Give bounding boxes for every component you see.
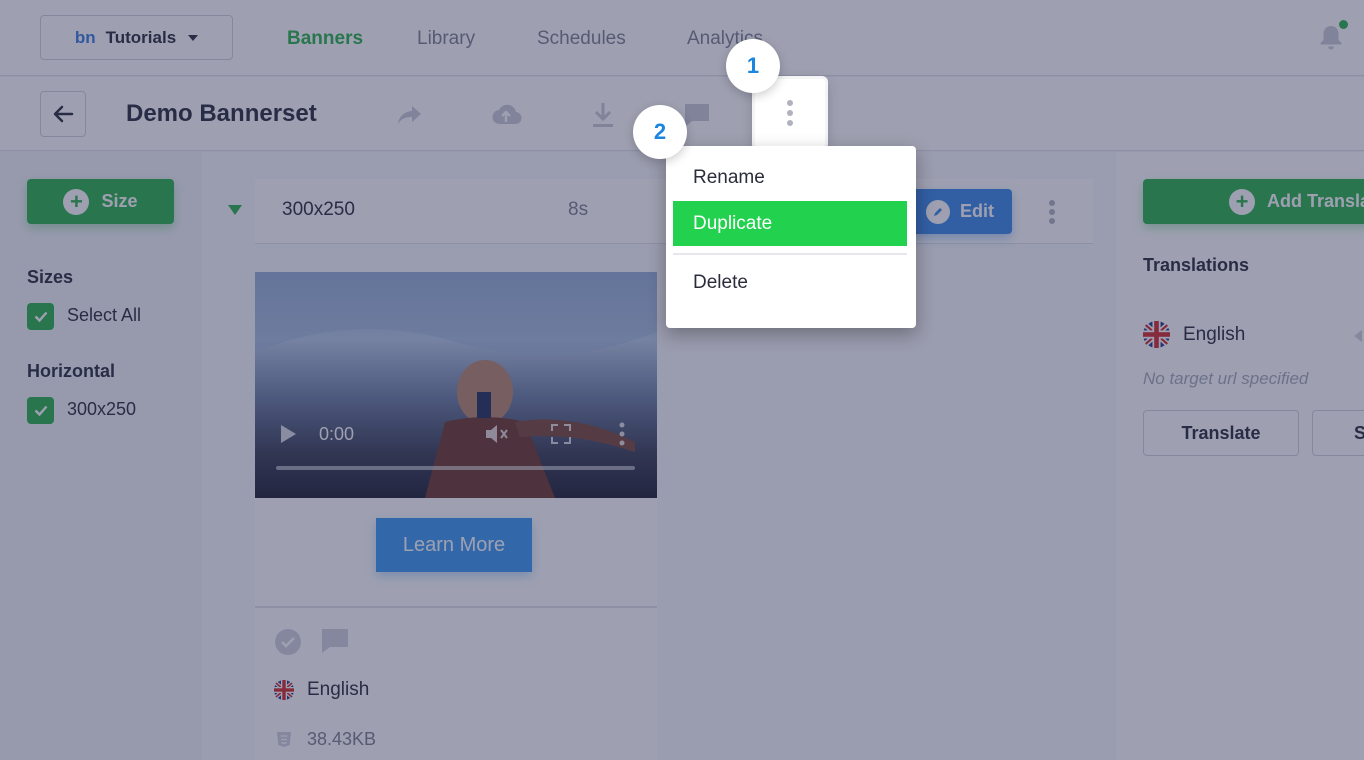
menu-divider bbox=[673, 253, 907, 255]
more-vertical-icon bbox=[787, 100, 793, 106]
tutorial-overlay bbox=[0, 0, 1364, 760]
step-2-badge: 2 bbox=[633, 105, 687, 159]
menu-item-delete[interactable]: Delete bbox=[673, 260, 907, 306]
menu-item-duplicate[interactable]: Duplicate bbox=[673, 201, 907, 246]
menu-item-rename[interactable]: Rename bbox=[673, 155, 907, 201]
step-1-badge: 1 bbox=[726, 39, 780, 93]
